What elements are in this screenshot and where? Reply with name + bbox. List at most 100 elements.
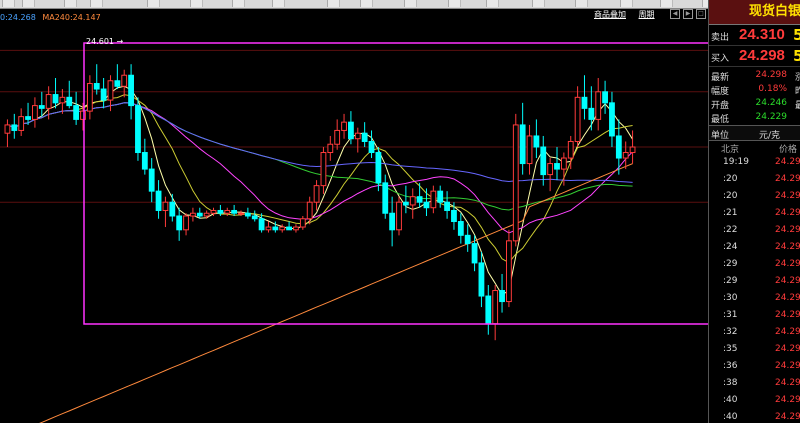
toolbar-button[interactable] — [22, 0, 35, 7]
candle-body — [176, 215, 183, 231]
candle-body — [615, 135, 622, 159]
scroll-right-icon[interactable]: ▶ — [683, 9, 693, 19]
candle-body — [444, 201, 450, 211]
toolbar-button[interactable] — [486, 0, 499, 7]
tick-price: 24.29 — [775, 395, 800, 405]
candle-body — [382, 182, 389, 214]
maximize-icon[interactable]: □ — [696, 9, 706, 19]
candle-body — [396, 201, 402, 231]
candle-body — [128, 74, 134, 107]
candle-body — [52, 94, 59, 104]
candle-body — [526, 135, 533, 165]
candle-body — [251, 215, 258, 220]
toolbar-button[interactable] — [232, 0, 245, 7]
toolbar-button[interactable] — [404, 0, 417, 7]
kline-chart[interactable] — [0, 9, 708, 423]
stat-label: 最新 — [711, 73, 730, 83]
candle-body — [581, 96, 588, 109]
highlight-box — [83, 42, 708, 325]
tick-time: :40 — [723, 412, 738, 422]
period-link[interactable]: 周期 — [639, 10, 655, 19]
chart-links: 商品叠加 周期 — [594, 9, 665, 20]
ma-line-ma20 — [7, 102, 633, 234]
candle-body — [327, 143, 334, 154]
candle-body — [183, 215, 189, 231]
toolbar-button[interactable] — [272, 0, 285, 7]
candle-body — [540, 146, 547, 176]
instrument-title: 现货白银 — [709, 0, 800, 25]
tick-row: :20 24.29 — [709, 171, 800, 188]
candle-body — [217, 209, 224, 214]
candle-body — [622, 152, 629, 159]
candle-body — [478, 262, 485, 297]
overlay-instrument-link[interactable]: 商品叠加 — [594, 10, 626, 19]
tick-row: :29 24.29 — [709, 256, 800, 273]
tick-time: :32 — [723, 327, 738, 337]
toolbar-button[interactable] — [448, 0, 461, 7]
candle-body — [348, 121, 354, 140]
candle-body — [25, 116, 31, 120]
toolbar-button[interactable] — [360, 0, 373, 7]
tick-row: :38 24.29 — [709, 375, 800, 392]
candle-body — [265, 226, 272, 231]
toolbar-button[interactable] — [190, 0, 203, 7]
candle-body — [45, 94, 52, 109]
candle-body — [162, 201, 169, 211]
candle-body — [499, 290, 505, 303]
candle-body — [430, 190, 437, 209]
stat-row: 最低 24.229 — [709, 111, 800, 125]
candle-body — [190, 212, 196, 217]
buy-quote-row[interactable]: 买入 24.298 5 — [709, 46, 800, 67]
buy-volume: 5 — [793, 47, 800, 65]
tick-time: 19:19 — [723, 157, 749, 167]
candle-body — [203, 212, 210, 217]
sell-price: 24.310 — [739, 26, 785, 43]
tick-list[interactable]: 19:19 24.29:20 24.29:20 24.29:21 24.29:22 24.… — [709, 154, 800, 423]
candle-body — [375, 152, 382, 184]
candle-body — [4, 124, 11, 134]
scroll-left-icon[interactable]: ◀ — [670, 9, 680, 19]
candle-body — [231, 209, 238, 214]
candle-body — [361, 132, 368, 142]
tick-price: 24.29 — [775, 310, 800, 320]
tick-time: :40 — [723, 395, 738, 405]
toolbar-button[interactable] — [575, 0, 588, 7]
ma-line-ma10 — [7, 94, 633, 264]
toolbar-button[interactable] — [147, 0, 160, 7]
kline-canvas[interactable] — [0, 9, 708, 423]
tick-time: :24 — [723, 242, 738, 252]
candle-body — [196, 212, 203, 217]
candle-body — [320, 152, 327, 187]
candle-body — [567, 140, 574, 159]
candle-body — [602, 91, 608, 104]
candle-body — [155, 190, 162, 211]
toolbar-button[interactable] — [327, 0, 340, 7]
tick-row: :29 24.29 — [709, 273, 800, 290]
toolbar-button[interactable] — [90, 0, 103, 7]
toolbar-button[interactable] — [532, 0, 545, 7]
tick-time: :21 — [723, 208, 738, 218]
candle-body — [93, 83, 100, 90]
candle-body — [547, 163, 554, 176]
candle-body — [272, 226, 279, 231]
candle-body — [519, 124, 526, 165]
candle-body — [121, 74, 128, 87]
candle-body — [471, 243, 478, 264]
candle-body — [464, 234, 471, 245]
toolbar-button[interactable] — [2, 0, 15, 7]
tick-price: 24.29 — [775, 242, 800, 252]
tick-row: :21 24.29 — [709, 205, 800, 222]
quote-panel: 现货白银 卖出 24.310 5 买入 24.298 5 最新 24.298 涨… — [708, 0, 800, 423]
tick-row: :32 24.29 — [709, 324, 800, 341]
toolbar-button[interactable] — [620, 0, 633, 7]
candle-body — [86, 83, 93, 112]
sell-quote-row[interactable]: 卖出 24.310 5 — [709, 25, 800, 46]
candle-body — [368, 140, 375, 154]
tick-price: 24.29 — [775, 191, 800, 201]
toolbar-button[interactable] — [660, 0, 673, 7]
toolbar-button[interactable] — [64, 0, 77, 7]
candle-body — [32, 105, 38, 120]
candle-body — [210, 209, 217, 214]
candle-body — [11, 124, 18, 131]
stat-row: 最新 24.298 涨 — [709, 69, 800, 83]
